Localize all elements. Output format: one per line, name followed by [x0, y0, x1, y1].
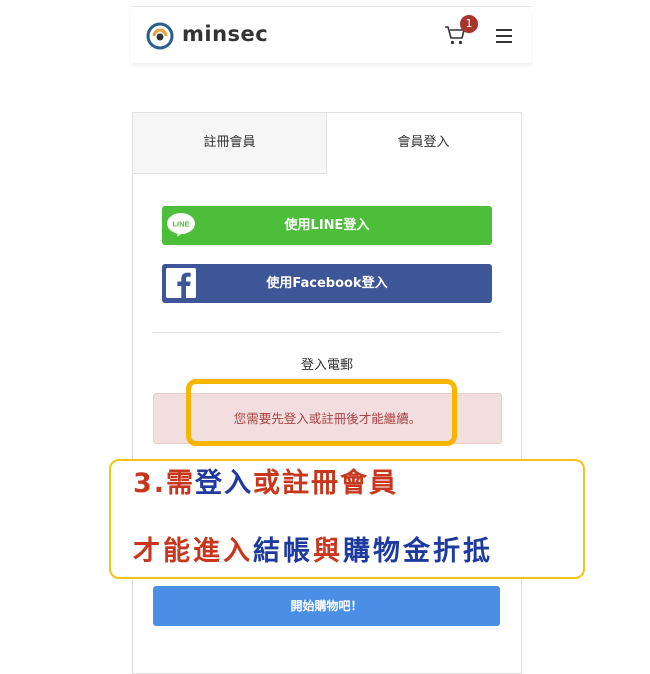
annotation-segment: 註冊會員 — [282, 468, 399, 499]
facebook-login-button[interactable]: 使用Facebook登入 — [162, 264, 492, 303]
cart-count-badge: 1 — [460, 15, 478, 33]
annotation-segment: 或 — [253, 468, 283, 499]
tab-login[interactable]: 會員登入 — [327, 113, 520, 173]
minsec-logo-icon[interactable] — [146, 22, 174, 50]
annotation-segment: 購物金折抵 — [343, 536, 493, 567]
facebook-icon — [166, 268, 196, 298]
line-icon-text: LINE — [172, 220, 189, 229]
annotation-line-1: 3.需登入或註冊會員 — [133, 464, 398, 504]
annotation-segment: 才能進入 — [133, 536, 253, 567]
annotation-segment: 結帳 — [253, 536, 313, 567]
email-login-heading: 登入電郵 — [300, 358, 353, 373]
start-shopping-button[interactable]: 開始購物吧！ — [153, 586, 500, 626]
line-login-button[interactable]: 使用LINE登入 — [162, 206, 492, 245]
annotation-segment: 登入 — [195, 468, 254, 499]
annotation-line-2: 才能進入結帳與購物金折抵 — [133, 532, 493, 572]
hamburger-menu-icon[interactable] — [496, 29, 512, 43]
section-divider — [153, 332, 501, 333]
line-icon: LINE — [167, 213, 195, 237]
highlight-frame — [186, 379, 457, 446]
brand-name[interactable]: minsec — [182, 20, 268, 48]
annotation-segment: 3.需 — [133, 468, 196, 499]
facebook-login-label: 使用Facebook登入 — [266, 276, 388, 291]
tab-register[interactable]: 註冊會員 — [133, 113, 327, 174]
annotation-segment: 與 — [313, 536, 343, 567]
line-login-label: 使用LINE登入 — [284, 218, 370, 233]
